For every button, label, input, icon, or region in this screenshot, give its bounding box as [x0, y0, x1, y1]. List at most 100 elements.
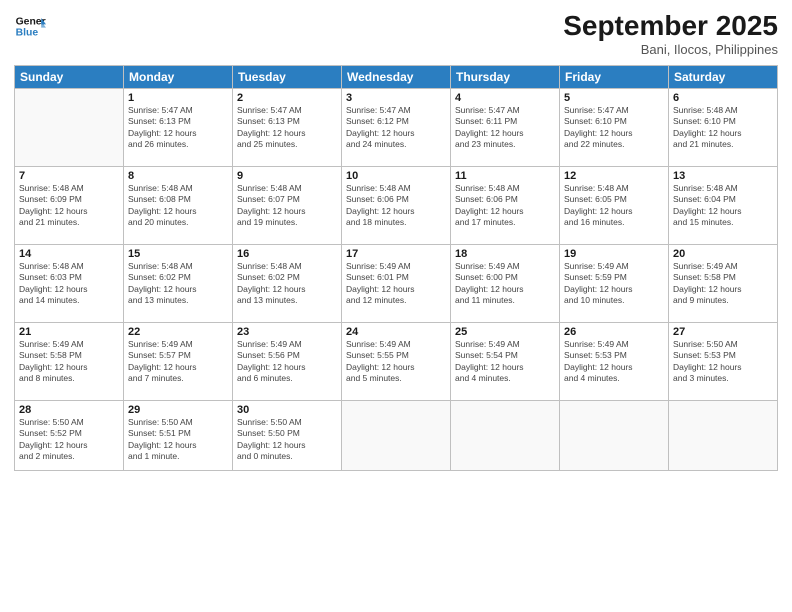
day-number: 5 [564, 92, 664, 104]
day-info: Sunrise: 5:47 AM Sunset: 6:11 PM Dayligh… [455, 105, 555, 151]
calendar-week-4: 21Sunrise: 5:49 AM Sunset: 5:58 PM Dayli… [15, 323, 778, 401]
calendar-cell: 9Sunrise: 5:48 AM Sunset: 6:07 PM Daylig… [233, 167, 342, 245]
calendar-cell [669, 401, 778, 471]
calendar-cell: 15Sunrise: 5:48 AM Sunset: 6:02 PM Dayli… [124, 245, 233, 323]
day-info: Sunrise: 5:48 AM Sunset: 6:08 PM Dayligh… [128, 183, 228, 229]
day-info: Sunrise: 5:49 AM Sunset: 6:00 PM Dayligh… [455, 261, 555, 307]
calendar-cell: 8Sunrise: 5:48 AM Sunset: 6:08 PM Daylig… [124, 167, 233, 245]
location-subtitle: Bani, Ilocos, Philippines [563, 42, 778, 57]
day-number: 13 [673, 170, 773, 182]
day-number: 29 [128, 404, 228, 416]
col-monday: Monday [124, 66, 233, 89]
header-row: Sunday Monday Tuesday Wednesday Thursday… [15, 66, 778, 89]
day-info: Sunrise: 5:47 AM Sunset: 6:13 PM Dayligh… [237, 105, 337, 151]
day-number: 20 [673, 248, 773, 260]
day-number: 14 [19, 248, 119, 260]
day-info: Sunrise: 5:48 AM Sunset: 6:05 PM Dayligh… [564, 183, 664, 229]
day-number: 7 [19, 170, 119, 182]
day-number: 24 [346, 326, 446, 338]
calendar-cell: 6Sunrise: 5:48 AM Sunset: 6:10 PM Daylig… [669, 89, 778, 167]
calendar-cell: 1Sunrise: 5:47 AM Sunset: 6:13 PM Daylig… [124, 89, 233, 167]
day-number: 26 [564, 326, 664, 338]
calendar-cell: 23Sunrise: 5:49 AM Sunset: 5:56 PM Dayli… [233, 323, 342, 401]
calendar-cell: 19Sunrise: 5:49 AM Sunset: 5:59 PM Dayli… [560, 245, 669, 323]
day-number: 17 [346, 248, 446, 260]
calendar-cell [451, 401, 560, 471]
calendar-cell [15, 89, 124, 167]
col-thursday: Thursday [451, 66, 560, 89]
calendar-cell: 30Sunrise: 5:50 AM Sunset: 5:50 PM Dayli… [233, 401, 342, 471]
day-info: Sunrise: 5:48 AM Sunset: 6:06 PM Dayligh… [455, 183, 555, 229]
day-info: Sunrise: 5:47 AM Sunset: 6:10 PM Dayligh… [564, 105, 664, 151]
calendar-week-1: 1Sunrise: 5:47 AM Sunset: 6:13 PM Daylig… [15, 89, 778, 167]
calendar-cell: 5Sunrise: 5:47 AM Sunset: 6:10 PM Daylig… [560, 89, 669, 167]
day-number: 28 [19, 404, 119, 416]
day-number: 9 [237, 170, 337, 182]
day-info: Sunrise: 5:48 AM Sunset: 6:04 PM Dayligh… [673, 183, 773, 229]
day-number: 16 [237, 248, 337, 260]
calendar-cell: 25Sunrise: 5:49 AM Sunset: 5:54 PM Dayli… [451, 323, 560, 401]
day-number: 25 [455, 326, 555, 338]
day-number: 12 [564, 170, 664, 182]
calendar-week-5: 28Sunrise: 5:50 AM Sunset: 5:52 PM Dayli… [15, 401, 778, 471]
calendar-cell: 20Sunrise: 5:49 AM Sunset: 5:58 PM Dayli… [669, 245, 778, 323]
day-info: Sunrise: 5:50 AM Sunset: 5:50 PM Dayligh… [237, 417, 337, 463]
day-number: 6 [673, 92, 773, 104]
day-info: Sunrise: 5:49 AM Sunset: 5:59 PM Dayligh… [564, 261, 664, 307]
day-info: Sunrise: 5:47 AM Sunset: 6:12 PM Dayligh… [346, 105, 446, 151]
day-number: 10 [346, 170, 446, 182]
calendar-cell: 27Sunrise: 5:50 AM Sunset: 5:53 PM Dayli… [669, 323, 778, 401]
calendar-cell: 12Sunrise: 5:48 AM Sunset: 6:05 PM Dayli… [560, 167, 669, 245]
day-number: 4 [455, 92, 555, 104]
day-info: Sunrise: 5:47 AM Sunset: 6:13 PM Dayligh… [128, 105, 228, 151]
day-info: Sunrise: 5:48 AM Sunset: 6:06 PM Dayligh… [346, 183, 446, 229]
calendar-cell [560, 401, 669, 471]
day-number: 18 [455, 248, 555, 260]
logo: General Blue [14, 10, 46, 42]
calendar-cell: 2Sunrise: 5:47 AM Sunset: 6:13 PM Daylig… [233, 89, 342, 167]
day-number: 23 [237, 326, 337, 338]
day-info: Sunrise: 5:49 AM Sunset: 5:58 PM Dayligh… [19, 339, 119, 385]
day-info: Sunrise: 5:48 AM Sunset: 6:03 PM Dayligh… [19, 261, 119, 307]
calendar-cell: 14Sunrise: 5:48 AM Sunset: 6:03 PM Dayli… [15, 245, 124, 323]
title-section: September 2025 Bani, Ilocos, Philippines [563, 10, 778, 57]
col-sunday: Sunday [15, 66, 124, 89]
col-wednesday: Wednesday [342, 66, 451, 89]
calendar-cell: 22Sunrise: 5:49 AM Sunset: 5:57 PM Dayli… [124, 323, 233, 401]
day-info: Sunrise: 5:49 AM Sunset: 5:58 PM Dayligh… [673, 261, 773, 307]
calendar-cell: 24Sunrise: 5:49 AM Sunset: 5:55 PM Dayli… [342, 323, 451, 401]
col-tuesday: Tuesday [233, 66, 342, 89]
calendar-cell: 26Sunrise: 5:49 AM Sunset: 5:53 PM Dayli… [560, 323, 669, 401]
day-number: 15 [128, 248, 228, 260]
header: General Blue September 2025 Bani, Ilocos… [14, 10, 778, 57]
calendar-cell: 7Sunrise: 5:48 AM Sunset: 6:09 PM Daylig… [15, 167, 124, 245]
day-info: Sunrise: 5:49 AM Sunset: 5:55 PM Dayligh… [346, 339, 446, 385]
day-number: 30 [237, 404, 337, 416]
day-info: Sunrise: 5:48 AM Sunset: 6:07 PM Dayligh… [237, 183, 337, 229]
calendar-cell: 28Sunrise: 5:50 AM Sunset: 5:52 PM Dayli… [15, 401, 124, 471]
day-number: 3 [346, 92, 446, 104]
day-number: 8 [128, 170, 228, 182]
calendar-cell: 29Sunrise: 5:50 AM Sunset: 5:51 PM Dayli… [124, 401, 233, 471]
calendar-cell: 17Sunrise: 5:49 AM Sunset: 6:01 PM Dayli… [342, 245, 451, 323]
day-info: Sunrise: 5:48 AM Sunset: 6:09 PM Dayligh… [19, 183, 119, 229]
day-number: 2 [237, 92, 337, 104]
month-title: September 2025 [563, 10, 778, 42]
calendar-cell: 21Sunrise: 5:49 AM Sunset: 5:58 PM Dayli… [15, 323, 124, 401]
calendar-cell: 10Sunrise: 5:48 AM Sunset: 6:06 PM Dayli… [342, 167, 451, 245]
svg-text:Blue: Blue [16, 28, 39, 39]
calendar-cell: 11Sunrise: 5:48 AM Sunset: 6:06 PM Dayli… [451, 167, 560, 245]
day-number: 1 [128, 92, 228, 104]
calendar-table: Sunday Monday Tuesday Wednesday Thursday… [14, 65, 778, 471]
col-saturday: Saturday [669, 66, 778, 89]
logo-icon: General Blue [14, 10, 46, 42]
day-info: Sunrise: 5:49 AM Sunset: 5:57 PM Dayligh… [128, 339, 228, 385]
page-container: General Blue September 2025 Bani, Ilocos… [0, 0, 792, 612]
calendar-cell [342, 401, 451, 471]
day-info: Sunrise: 5:49 AM Sunset: 5:56 PM Dayligh… [237, 339, 337, 385]
day-number: 11 [455, 170, 555, 182]
day-info: Sunrise: 5:48 AM Sunset: 6:02 PM Dayligh… [237, 261, 337, 307]
day-info: Sunrise: 5:49 AM Sunset: 6:01 PM Dayligh… [346, 261, 446, 307]
col-friday: Friday [560, 66, 669, 89]
calendar-cell: 4Sunrise: 5:47 AM Sunset: 6:11 PM Daylig… [451, 89, 560, 167]
